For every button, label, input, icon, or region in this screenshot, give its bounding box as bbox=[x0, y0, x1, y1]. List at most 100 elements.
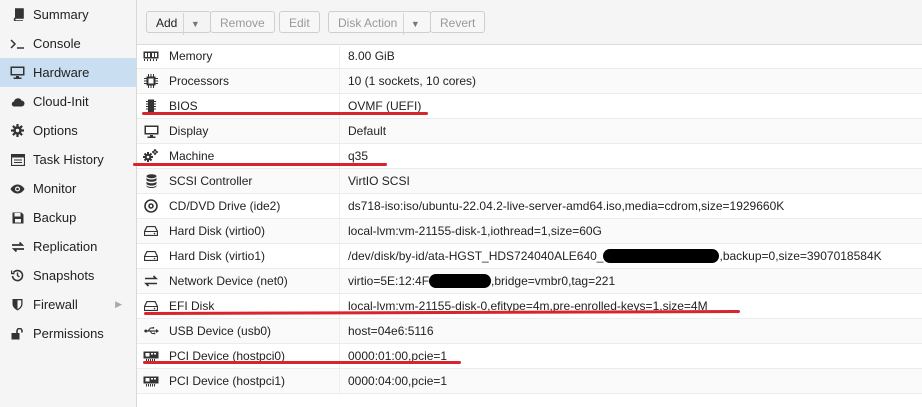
column-divider bbox=[339, 344, 340, 368]
hardware-value-composite: /dev/disk/by-id/ata-HGST_HDS724040ALE640… bbox=[348, 244, 882, 268]
sidebar-item-backup[interactable]: Backup bbox=[0, 203, 136, 232]
sidebar-item-task-history[interactable]: Task History bbox=[0, 145, 136, 174]
vm-sidebar-nav: Summary Console Hardware Cloud-Init Opti… bbox=[0, 0, 137, 407]
sidebar-item-label: Summary bbox=[33, 7, 89, 22]
hardware-name: Processors bbox=[169, 74, 230, 88]
hardware-value-suffix: ,backup=0,size=3907018584K bbox=[719, 249, 882, 263]
hardware-value: VirtIO SCSI bbox=[348, 174, 410, 188]
harddisk-icon bbox=[143, 224, 159, 238]
sidebar-item-label: Console bbox=[33, 36, 81, 51]
hardware-grid: Memory 8.00 GiB Processors 10 (1 sockets… bbox=[137, 44, 922, 394]
sidebar-item-firewall[interactable]: Firewall ▶ bbox=[0, 290, 136, 319]
cloud-icon bbox=[10, 94, 25, 109]
column-divider bbox=[339, 244, 340, 268]
hardware-row-display[interactable]: Display Default bbox=[137, 119, 922, 144]
disk-action-button[interactable]: Disk Action ▼ bbox=[328, 11, 432, 35]
hardware-row-network-net0[interactable]: Network Device (net0) virtio=5E:12:4F ,br… bbox=[137, 269, 922, 294]
sidebar-item-label: Backup bbox=[33, 210, 77, 225]
hardware-name: PCI Device (hostpci1) bbox=[169, 374, 286, 388]
sidebar-item-label: Snapshots bbox=[33, 268, 95, 283]
edit-button-label: Edit bbox=[289, 16, 310, 30]
sidebar-item-label: Monitor bbox=[33, 181, 77, 196]
sidebar-item-label: Permissions bbox=[33, 326, 104, 341]
sidebar-item-label: Replication bbox=[33, 239, 98, 254]
column-divider bbox=[339, 269, 340, 293]
hardware-value-prefix: virtio=5E:12:4F bbox=[348, 274, 430, 288]
edit-button[interactable]: Edit bbox=[279, 11, 320, 33]
memory-icon bbox=[143, 49, 159, 63]
sidebar-item-permissions[interactable]: Permissions bbox=[0, 319, 136, 348]
sidebar-item-console[interactable]: Console bbox=[0, 29, 136, 58]
hardware-row-bios[interactable]: BIOS OVMF (UEFI) bbox=[137, 94, 922, 119]
history-icon bbox=[10, 268, 25, 283]
sidebar-item-options[interactable]: Options bbox=[0, 116, 136, 145]
hardware-value: Default bbox=[348, 124, 387, 138]
redaction-mark bbox=[603, 249, 720, 263]
submenu-arrow-icon[interactable]: ▶ bbox=[115, 290, 122, 319]
hardware-row-cdrom[interactable]: CD/DVD Drive (ide2) ds718-iso:iso/ubuntu… bbox=[137, 194, 922, 219]
sidebar-item-label: Hardware bbox=[33, 65, 90, 80]
hardware-name: Display bbox=[169, 124, 209, 138]
hardware-row-scsi-controller[interactable]: SCSI Controller VirtIO SCSI bbox=[137, 169, 922, 194]
hardware-name: PCI Device (hostpci0) bbox=[169, 349, 286, 363]
hardware-name: CD/DVD Drive (ide2) bbox=[169, 199, 281, 213]
hardware-value: 0000:04:00,pcie=1 bbox=[348, 374, 448, 388]
hardware-row-processors[interactable]: Processors 10 (1 sockets, 10 cores) bbox=[137, 69, 922, 94]
column-divider bbox=[339, 219, 340, 243]
chevron-down-icon: ▼ bbox=[183, 13, 201, 35]
hardware-row-memory[interactable]: Memory 8.00 GiB bbox=[137, 44, 922, 69]
list-icon bbox=[10, 152, 25, 167]
sidebar-item-label: Firewall bbox=[33, 297, 78, 312]
column-divider bbox=[339, 44, 340, 68]
hardware-row-hard-disk-virtio1[interactable]: Hard Disk (virtio1) /dev/disk/by-id/ata-… bbox=[137, 244, 922, 269]
cogs-icon bbox=[143, 149, 159, 163]
monitor-icon bbox=[10, 65, 25, 80]
hardware-value: 8.00 GiB bbox=[348, 49, 395, 63]
annotation-underline-machine bbox=[133, 163, 387, 166]
hardware-row-usb0[interactable]: USB Device (usb0) host=04e6:5116 bbox=[137, 319, 922, 344]
harddisk-icon bbox=[143, 299, 159, 313]
book-icon bbox=[10, 7, 25, 22]
cdrom-icon bbox=[143, 199, 159, 213]
hardware-toolbar: Add ▼ Remove Edit Disk Action ▼ Revert bbox=[137, 0, 922, 45]
floppy-icon bbox=[10, 210, 25, 225]
hardware-name: Hard Disk (virtio0) bbox=[169, 224, 266, 238]
hardware-value-suffix: ,bridge=vmbr0,tag=221 bbox=[491, 274, 616, 288]
remove-button[interactable]: Remove bbox=[210, 11, 275, 33]
hardware-value: 0000:01:00,pcie=1 bbox=[348, 349, 448, 363]
add-button-label: Add bbox=[156, 16, 178, 30]
column-divider bbox=[339, 69, 340, 93]
hardware-value-composite: virtio=5E:12:4F ,bridge=vmbr0,tag=221 bbox=[348, 269, 615, 293]
hardware-name: USB Device (usb0) bbox=[169, 324, 272, 338]
column-divider bbox=[339, 369, 340, 393]
hardware-name: SCSI Controller bbox=[169, 174, 253, 188]
add-button[interactable]: Add ▼ bbox=[146, 11, 212, 35]
chevron-down-icon: ▼ bbox=[403, 13, 421, 35]
column-divider bbox=[339, 194, 340, 218]
redaction-mark bbox=[429, 274, 492, 288]
revert-button-label: Revert bbox=[440, 16, 476, 30]
hardware-row-efi-disk[interactable]: EFI Disk local-lvm:vm-21155-disk-0,efity… bbox=[137, 294, 922, 319]
harddisk-icon bbox=[143, 249, 159, 263]
hardware-row-hard-disk-virtio0[interactable]: Hard Disk (virtio0) local-lvm:vm-21155-d… bbox=[137, 219, 922, 244]
sidebar-item-label: Options bbox=[33, 123, 78, 138]
sidebar-item-snapshots[interactable]: Snapshots bbox=[0, 261, 136, 290]
usb-icon bbox=[143, 324, 159, 338]
sidebar-item-summary[interactable]: Summary bbox=[0, 0, 136, 29]
sidebar-item-cloud-init[interactable]: Cloud-Init bbox=[0, 87, 136, 116]
hardware-row-pci-hostpci0[interactable]: PCI Device (hostpci0) 0000:01:00,pcie=1 bbox=[137, 344, 922, 369]
remove-button-label: Remove bbox=[220, 16, 265, 30]
terminal-icon bbox=[10, 36, 25, 51]
hardware-value: host=04e6:5116 bbox=[348, 324, 434, 338]
sync-icon bbox=[10, 239, 25, 254]
revert-button[interactable]: Revert bbox=[430, 11, 486, 33]
shield-icon bbox=[10, 297, 25, 312]
sidebar-item-hardware[interactable]: Hardware bbox=[0, 58, 136, 87]
column-divider bbox=[339, 119, 340, 143]
hardware-row-pci-hostpci1[interactable]: PCI Device (hostpci1) 0000:04:00,pcie=1 bbox=[137, 369, 922, 394]
hardware-name: Network Device (net0) bbox=[169, 274, 288, 288]
sidebar-item-monitor[interactable]: Monitor bbox=[0, 174, 136, 203]
column-divider bbox=[339, 294, 340, 318]
column-divider bbox=[339, 169, 340, 193]
sidebar-item-replication[interactable]: Replication bbox=[0, 232, 136, 261]
